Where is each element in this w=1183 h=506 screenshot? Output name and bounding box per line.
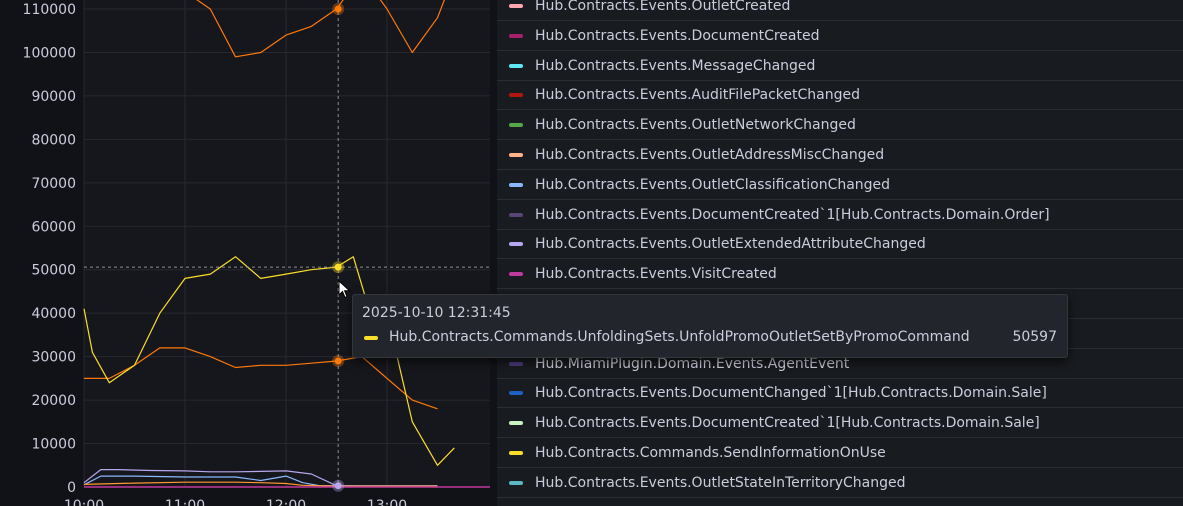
legend-item[interactable]: Hub.Contracts.Events.OutletClassificatio… [497, 171, 1183, 200]
legend-item[interactable]: Hub.Contracts.Events.OutletStateInTerrit… [497, 469, 1183, 498]
legend-swatch [509, 451, 523, 455]
panel: 0 10000 20000 30000 40000 50000 60000 70000 8000… [0, 0, 1183, 506]
y-tick-label: 0 [67, 480, 76, 496]
legend-item[interactable]: Hub.Contracts.Events.OutletCreated [497, 0, 1183, 21]
legend-label: Hub.Contracts.Events.AuditFilePacketChan… [535, 87, 860, 104]
hover-point [334, 357, 342, 365]
legend-swatch [509, 153, 523, 157]
legend-swatch [509, 361, 523, 366]
legend-item[interactable]: Hub.Contracts.Commands.SendInformationOn… [497, 439, 1183, 468]
x-axis: 10:00 11:00 12:00 13:00 [64, 498, 407, 506]
legend-label: Hub.Contracts.Events.OutletAddressMiscCh… [535, 147, 885, 163]
hover-point [334, 482, 342, 490]
x-tick-label: 12:00 [266, 498, 306, 506]
hover-point [334, 5, 342, 13]
legend-item[interactable]: Hub.Contracts.Events.AuditFilePacketChan… [497, 81, 1183, 111]
y-tick-label: 90000 [31, 89, 76, 105]
x-tick-label: 10:00 [64, 498, 104, 506]
y-tick-label: 40000 [31, 306, 76, 322]
legend-label: Hub.Contracts.Events.MessageChanged [535, 57, 816, 74]
tooltip-series-name: Hub.Contracts.Commands.UnfoldingSets.Unf… [389, 329, 970, 345]
legend-swatch [509, 480, 523, 485]
y-tick-label: 30000 [31, 350, 76, 366]
legend-label: Hub.Contracts.Events.OutletCreated [535, 0, 791, 14]
legend-item[interactable]: Hub.Contracts.Events.OutletNetworkChange… [497, 111, 1183, 141]
time-series-plot[interactable]: 0 10000 20000 30000 40000 50000 60000 70000 8000… [0, 0, 500, 506]
hover-point [334, 263, 342, 271]
y-tick-label: 70000 [31, 176, 76, 192]
legend-swatch [509, 4, 523, 8]
legend-swatch [509, 63, 523, 68]
legend-swatch [509, 212, 523, 217]
plot-area [84, 0, 490, 487]
y-axis: 0 10000 20000 30000 40000 50000 60000 70000 8000… [23, 2, 76, 496]
x-tick-label: 13:00 [367, 498, 407, 506]
y-tick-label: 100000 [23, 45, 76, 61]
legend-label: Hub.Contracts.Events.DocumentCreated`1[H… [535, 415, 1040, 432]
legend-label: Hub.Contracts.Events.DocumentChanged`1[H… [535, 385, 1047, 402]
tooltip-time: 2025-10-10 12:31:45 [362, 305, 511, 321]
legend-swatch [509, 33, 523, 38]
legend-item[interactable]: Hub.Contracts.Events.OutletExtendedAttri… [497, 230, 1183, 260]
y-tick-label: 80000 [31, 132, 76, 148]
legend-swatch [509, 272, 523, 277]
legend-item[interactable]: Hub.Contracts.Events.DocumentCreated`1[H… [497, 201, 1183, 230]
legend-label: Hub.Contracts.Events.VisitCreated [535, 266, 777, 283]
legend-item[interactable]: Hub.Contracts.Events.DocumentCreated [497, 22, 1183, 51]
legend-item[interactable]: Hub.Contracts.Events.DocumentChanged`1[H… [497, 379, 1183, 409]
legend-swatch [509, 93, 523, 98]
mouse-cursor-icon [338, 280, 351, 299]
legend-swatch [509, 391, 523, 396]
legend-label: Hub.Contracts.Events.OutletExtendedAttri… [535, 236, 926, 253]
y-tick-label: 60000 [31, 219, 76, 235]
legend: Hub.Contracts.Events.OutletCreated Hub.Co… [497, 0, 1183, 506]
legend-swatch [509, 421, 523, 426]
legend-label: Hub.Contracts.Events.DocumentCreated [535, 27, 820, 44]
legend-swatch [509, 182, 523, 187]
legend-item[interactable]: Hub.Contracts.Events.MessageChanged [497, 52, 1183, 81]
legend-label: Hub.Contracts.Commands.SendInformationOn… [535, 445, 886, 461]
tooltip-series-swatch [364, 336, 378, 340]
legend-label: Hub.Contracts.Events.OutletNetworkChange… [535, 117, 856, 134]
legend-item[interactable]: Hub.Contracts.Events.OutletAddressMiscCh… [497, 141, 1183, 170]
legend-item[interactable]: Hub.Contracts.Events.DocumentCreated`1[H… [497, 409, 1183, 439]
legend-label: Hub.Contracts.Events.OutletClassificatio… [535, 176, 891, 193]
legend-label: Hub.Contracts.Events.DocumentCreated`1[H… [535, 206, 1050, 223]
y-tick-label: 50000 [31, 263, 76, 279]
legend-swatch [509, 123, 523, 128]
y-tick-label: 10000 [31, 437, 76, 453]
legend-item[interactable]: Hub.Contracts.Events.VisitCreated [497, 260, 1183, 290]
legend-swatch [509, 242, 523, 247]
tooltip: 2025-10-10 12:31:45 Hub.Contracts.Comman… [352, 294, 1068, 358]
y-tick-label: 110000 [23, 2, 76, 18]
legend-label: Hub.Contracts.Events.OutletStateInTerrit… [535, 474, 906, 491]
x-tick-label: 11:00 [165, 498, 205, 506]
y-tick-label: 20000 [31, 393, 76, 409]
tooltip-value: 50597 [1012, 329, 1057, 345]
